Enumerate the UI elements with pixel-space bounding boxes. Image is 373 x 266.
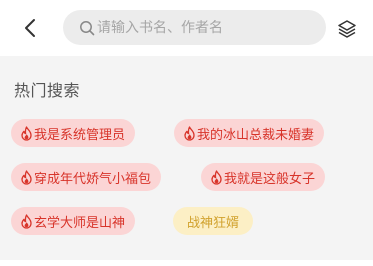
tag-label: 穿成年代娇气小福包	[34, 171, 152, 187]
tag-label: 我的冰山总裁未婚妻	[197, 127, 315, 143]
tag-label: 战神狂婿	[187, 215, 240, 231]
bottom-strip	[0, 260, 373, 266]
hot-search-title: 热门搜索	[14, 81, 81, 100]
flame-icon	[211, 169, 222, 185]
layers-button[interactable]	[335, 17, 359, 41]
flame-icon	[21, 125, 32, 141]
top-bar	[0, 0, 373, 56]
flame-icon	[21, 169, 32, 185]
flame-icon	[21, 213, 32, 229]
hot-tag[interactable]: 战神狂婿	[173, 207, 254, 235]
search-box[interactable]	[63, 10, 326, 45]
tag-label: 我就是这般女子	[224, 171, 316, 187]
hot-tag[interactable]: 我就是这般女子	[201, 163, 326, 191]
layers-icon	[338, 20, 356, 38]
back-button[interactable]	[16, 14, 44, 42]
chevron-left-icon	[25, 19, 35, 37]
hot-tag[interactable]: 玄学大师是山神	[11, 207, 136, 235]
search-input[interactable]	[97, 19, 307, 36]
tag-label: 我是系统管理员	[34, 127, 126, 143]
tag-label: 玄学大师是山神	[34, 215, 126, 231]
flame-icon	[184, 125, 195, 141]
hot-tag[interactable]: 我的冰山总裁未婚妻	[174, 119, 325, 147]
hot-tag[interactable]: 我是系统管理员	[11, 119, 136, 147]
hot-tag[interactable]: 穿成年代娇气小福包	[11, 163, 162, 191]
search-icon	[80, 20, 95, 35]
